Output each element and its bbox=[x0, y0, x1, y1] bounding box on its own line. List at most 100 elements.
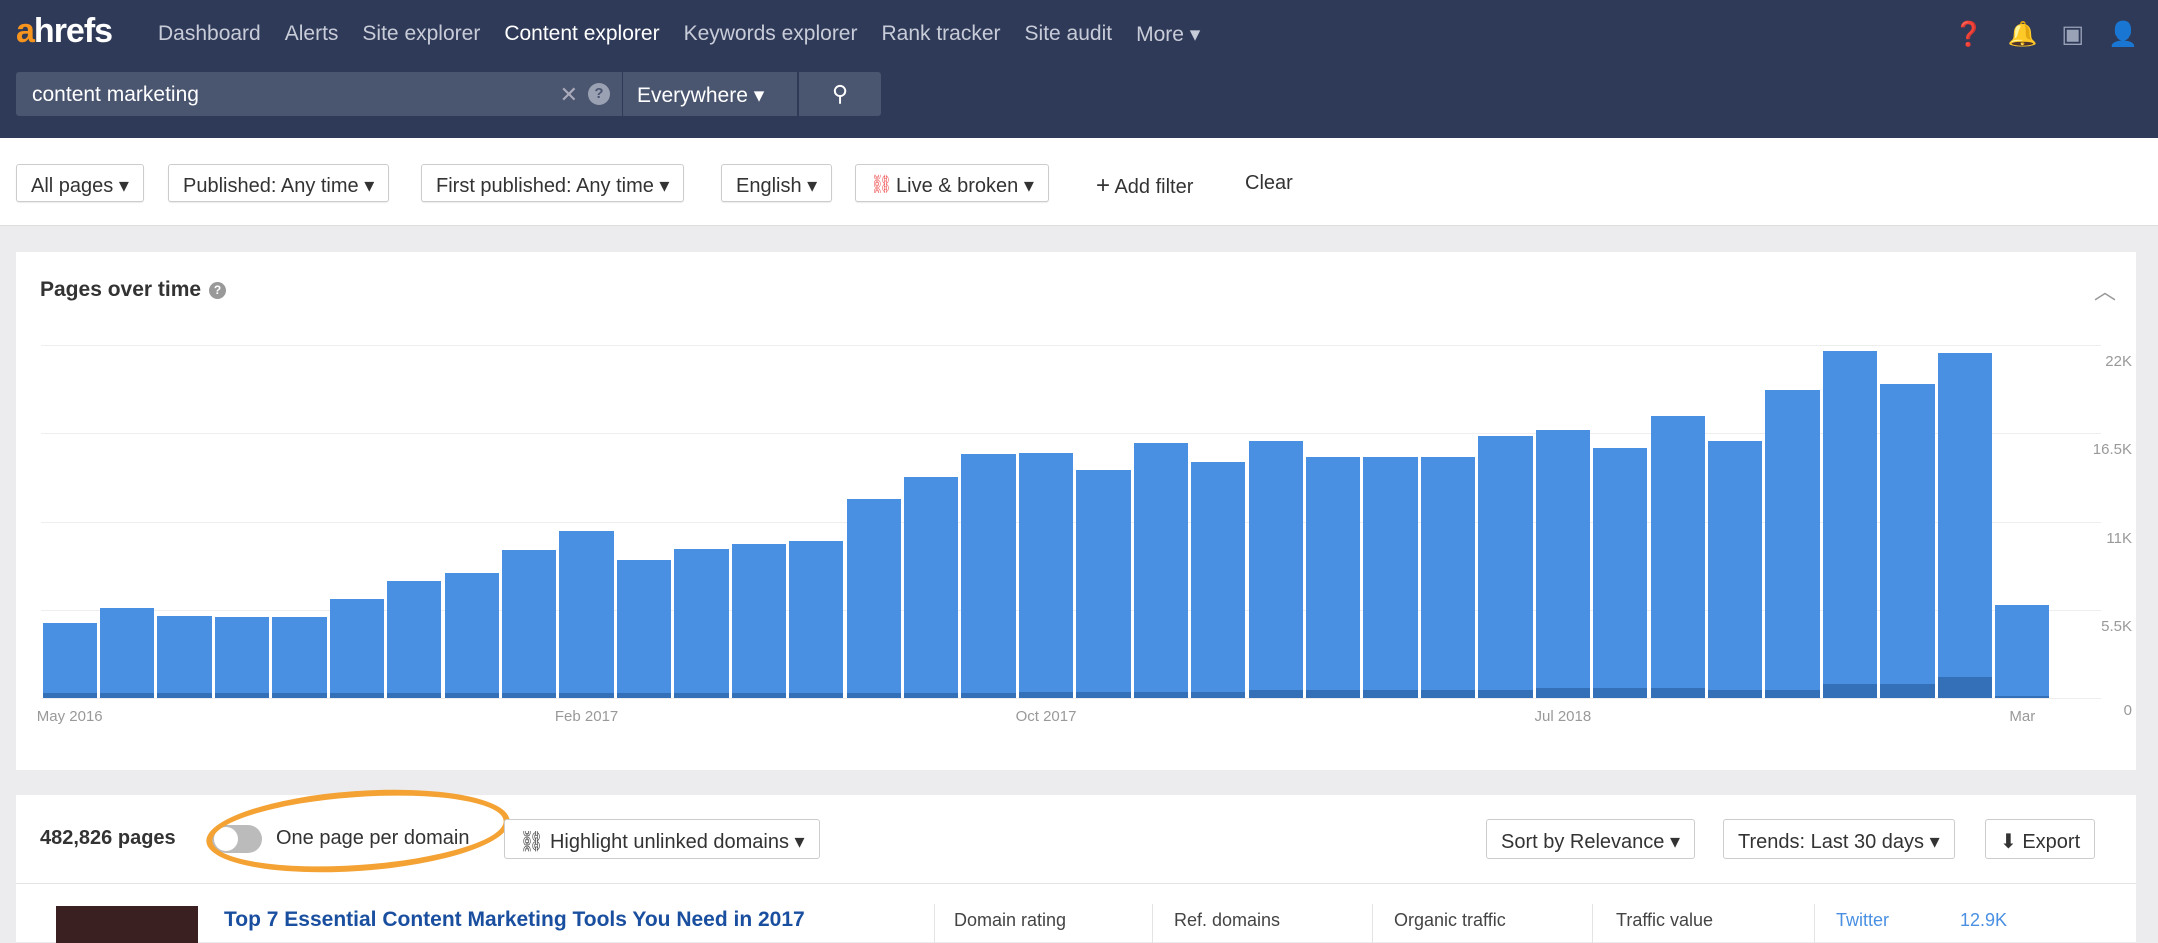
search-input[interactable]: content marketing ✕? bbox=[16, 72, 622, 116]
organic-traffic-header: Organic traffic bbox=[1394, 910, 1506, 930]
y-tick-label: 5.5K bbox=[2101, 617, 2132, 635]
bar-sep-2017[interactable] bbox=[961, 454, 1016, 698]
bar-nov-2018[interactable] bbox=[1765, 389, 1820, 698]
bar-may-2016[interactable] bbox=[42, 622, 97, 698]
x-tick-label: Mar bbox=[2009, 708, 2036, 725]
bar-nov-2017[interactable] bbox=[1076, 470, 1131, 698]
bar-jun-2018[interactable] bbox=[1478, 436, 1533, 698]
user-icon[interactable]: 👤 bbox=[2108, 20, 2138, 49]
bar-segment-dark bbox=[272, 693, 327, 698]
bar-segment-dark bbox=[559, 693, 614, 698]
bar-oct-2016[interactable] bbox=[329, 598, 385, 698]
link-icon: ⛓ bbox=[870, 174, 893, 194]
domain-rating-header: Domain rating bbox=[954, 910, 1067, 930]
bar-mar-2018[interactable] bbox=[1305, 457, 1361, 698]
y-tick-label: 0 bbox=[2123, 702, 2132, 719]
nav-keywords-explorer[interactable]: Keywords explorer bbox=[684, 22, 858, 47]
bar-mar-2017[interactable] bbox=[616, 560, 672, 698]
results-list: Top 7 Essential Content Marketing Tools … bbox=[16, 883, 2136, 943]
bar-nov-2016[interactable] bbox=[387, 580, 442, 698]
bar-apr-2017[interactable] bbox=[674, 548, 729, 698]
bar-segment-dark bbox=[214, 693, 270, 698]
highlight-circle-annotation bbox=[203, 780, 513, 882]
book-icon[interactable]: ▣ bbox=[2061, 20, 2084, 49]
bar-aug-2016[interactable] bbox=[214, 616, 270, 698]
bar-feb-2018[interactable] bbox=[1248, 441, 1303, 698]
bar-feb-2019[interactable] bbox=[1937, 353, 1993, 698]
export-button[interactable]: ⬇ Export bbox=[1985, 819, 2096, 859]
bar-segment-dark bbox=[444, 693, 499, 698]
bar-sep-2018[interactable] bbox=[1650, 415, 1705, 698]
bar-segment-dark bbox=[157, 693, 212, 698]
live-broken-filter[interactable]: ⛓ Live & broken ▾ bbox=[855, 164, 1049, 202]
add-filter-button[interactable]: + Add filter bbox=[1096, 172, 1193, 200]
bell-icon[interactable]: 🔔 bbox=[2008, 20, 2038, 49]
sort-dropdown[interactable]: Sort by Relevance ▾ bbox=[1486, 819, 1696, 859]
bar-segment-dark bbox=[1076, 691, 1131, 698]
twitter-count: 12.9K bbox=[1960, 910, 2008, 930]
bar-oct-2017[interactable] bbox=[1018, 452, 1074, 698]
twitter-link[interactable]: Twitter bbox=[1836, 910, 1889, 931]
published-filter[interactable]: Published: Any time ▾ bbox=[168, 164, 390, 202]
bar-may-2018[interactable] bbox=[1420, 457, 1476, 698]
help-icon[interactable]: ? bbox=[209, 282, 227, 299]
bar-segment-dark bbox=[674, 693, 729, 698]
bar-jan-2017[interactable] bbox=[501, 550, 557, 698]
bar-apr-2018[interactable] bbox=[1363, 457, 1418, 698]
gridline bbox=[41, 698, 2101, 699]
bar-mar-2019[interactable] bbox=[1995, 604, 2050, 698]
bar-segment-dark bbox=[789, 693, 844, 698]
bar-feb-2017[interactable] bbox=[559, 531, 614, 698]
bar-segment-dark bbox=[1305, 689, 1361, 698]
bar-jun-2017[interactable] bbox=[789, 540, 844, 698]
first-published-filter[interactable]: First published: Any time ▾ bbox=[421, 164, 685, 202]
bar-dec-2016[interactable] bbox=[444, 572, 499, 698]
bar-jun-2016[interactable] bbox=[99, 608, 155, 698]
highlight-unlinked-dropdown[interactable]: ⛓ Highlight unlinked domains ▾ bbox=[504, 819, 820, 859]
bar-jan-2019[interactable] bbox=[1880, 383, 1935, 698]
bar-jul-2016[interactable] bbox=[157, 616, 212, 698]
all-pages-filter[interactable]: All pages ▾ bbox=[16, 164, 144, 202]
nav-more[interactable]: More ▾ bbox=[1136, 22, 1200, 47]
help-icon[interactable]: ❓ bbox=[1954, 20, 1984, 49]
bar-segment-dark bbox=[1593, 688, 1648, 698]
bar-segment-dark bbox=[1363, 689, 1418, 698]
bar-jan-2018[interactable] bbox=[1191, 462, 1246, 698]
bar-segment-dark bbox=[731, 693, 787, 698]
bar-aug-2017[interactable] bbox=[903, 476, 959, 698]
bar-jul-2018[interactable] bbox=[1535, 430, 1591, 698]
bar-segment-dark bbox=[42, 693, 97, 698]
search-icon: ⚲ bbox=[831, 81, 849, 106]
clear-icon[interactable]: ✕ bbox=[560, 82, 578, 108]
search-button[interactable]: ⚲ bbox=[799, 72, 881, 116]
main-menu: Dashboard Alerts Site explorer Content e… bbox=[158, 22, 1200, 47]
nav-rank-tracker[interactable]: Rank tracker bbox=[881, 22, 1000, 47]
nav-dashboard[interactable]: Dashboard bbox=[158, 22, 261, 47]
nav-alerts[interactable]: Alerts bbox=[285, 22, 339, 47]
search-scope-dropdown[interactable]: Everywhere ▾ bbox=[623, 72, 797, 116]
clear-button[interactable]: Clear bbox=[1245, 172, 1293, 195]
result-thumbnail[interactable] bbox=[56, 906, 198, 943]
collapse-icon[interactable]: ︿ bbox=[2094, 274, 2116, 306]
trends-dropdown[interactable]: Trends: Last 30 days ▾ bbox=[1723, 819, 1955, 859]
results-count: 482,826 pages bbox=[40, 827, 176, 849]
bar-dec-2018[interactable] bbox=[1822, 351, 1878, 698]
language-filter[interactable]: English ▾ bbox=[721, 164, 833, 202]
panel-title: Pages over time? bbox=[40, 278, 227, 302]
nav-site-explorer[interactable]: Site explorer bbox=[362, 22, 480, 47]
bar-segment-dark bbox=[1937, 677, 1993, 698]
top-nav: ahrefs Dashboard Alerts Site explorer Co… bbox=[0, 0, 2158, 138]
ahrefs-logo[interactable]: ahrefs bbox=[16, 12, 113, 51]
nav-content-explorer[interactable]: Content explorer bbox=[504, 22, 659, 47]
bar-dec-2017[interactable] bbox=[1133, 442, 1189, 698]
result-title[interactable]: Top 7 Essential Content Marketing Tools … bbox=[224, 908, 805, 932]
bar-segment-dark bbox=[1707, 689, 1763, 698]
bar-segment-dark bbox=[1420, 689, 1476, 698]
nav-site-audit[interactable]: Site audit bbox=[1025, 22, 1113, 47]
help-icon[interactable]: ? bbox=[588, 83, 610, 105]
bar-oct-2018[interactable] bbox=[1707, 441, 1763, 698]
bar-sep-2016[interactable] bbox=[272, 616, 327, 698]
bar-jul-2017[interactable] bbox=[846, 499, 901, 698]
bar-aug-2018[interactable] bbox=[1593, 447, 1648, 698]
bar-may-2017[interactable] bbox=[731, 543, 787, 698]
